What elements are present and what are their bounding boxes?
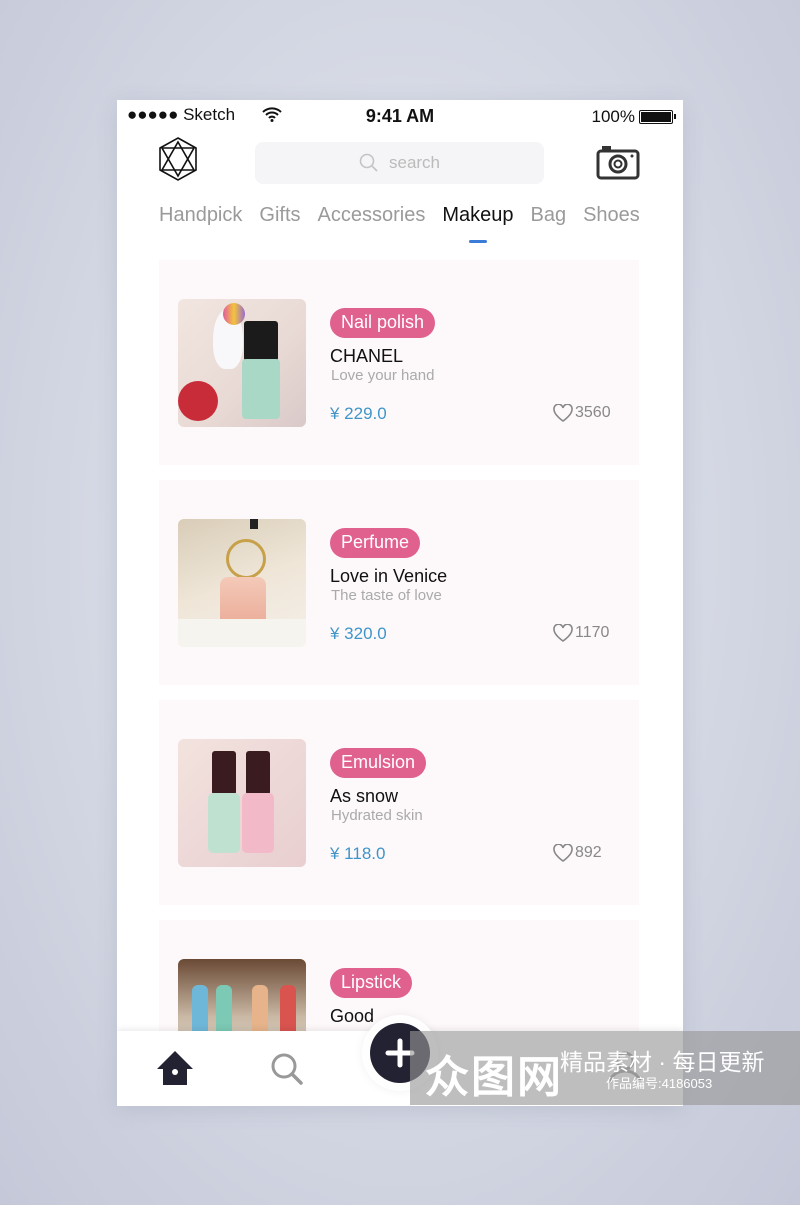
- camera-icon[interactable]: [596, 144, 640, 180]
- battery-percent: 100%: [591, 107, 635, 126]
- heart-icon: [553, 844, 573, 862]
- tab-shoes[interactable]: Shoes: [583, 204, 640, 227]
- category-tabs: Handpick Gifts Accessories Makeup Bag Sh…: [159, 204, 640, 243]
- category-tag: Emulsion: [330, 748, 427, 778]
- category-tag: Lipstick: [330, 968, 413, 998]
- product-card[interactable]: Perfume Love in Venice The taste of love…: [159, 480, 639, 685]
- like-count: 892: [575, 844, 602, 861]
- tab-gifts[interactable]: Gifts: [259, 204, 300, 227]
- category-tag: Nail polish: [330, 308, 436, 338]
- product-title: As snow: [330, 786, 399, 806]
- tab-bag[interactable]: Bag: [530, 204, 566, 227]
- watermark-brand: 众图网: [425, 1053, 563, 1102]
- like-count: 1170: [575, 624, 610, 641]
- watermark-slogan: 精品素材 · 每日更新: [560, 1049, 765, 1075]
- tab-handpick[interactable]: Handpick: [159, 204, 242, 227]
- heart-icon: [553, 404, 573, 422]
- category-tag: Perfume: [330, 528, 421, 558]
- product-price: ¥ 229.0: [330, 404, 387, 423]
- product-image: [178, 739, 306, 867]
- product-subtitle: The taste of love: [331, 587, 442, 604]
- home-icon[interactable]: [155, 1049, 195, 1087]
- battery-icon: [639, 110, 676, 124]
- heart-icon: [553, 624, 573, 642]
- tab-makeup[interactable]: Makeup: [442, 204, 513, 243]
- product-title: Love in Venice: [330, 566, 448, 586]
- product-subtitle: Hydrated skin: [331, 807, 423, 824]
- product-price: ¥ 320.0: [330, 624, 387, 643]
- phone-screen: ●●●●● Sketch 9:41 AM 100% search Handpic…: [117, 100, 683, 1106]
- like-count: 3560: [575, 404, 611, 421]
- status-bar: ●●●●● Sketch 9:41 AM 100%: [117, 100, 683, 130]
- product-image: [178, 299, 306, 427]
- watermark-code: 作品编号:4186053: [606, 1076, 713, 1091]
- search-icon[interactable]: [269, 1051, 305, 1087]
- product-subtitle: Love your hand: [331, 367, 435, 384]
- like-button[interactable]: 1170: [553, 624, 609, 642]
- watermark: 众图网 精品素材 · 每日更新 作品编号:4186053: [410, 1031, 800, 1105]
- tab-accessories[interactable]: Accessories: [318, 204, 426, 227]
- like-button[interactable]: 3560: [553, 404, 611, 422]
- product-price: ¥ 118.0: [330, 844, 386, 863]
- search-input[interactable]: search: [255, 142, 544, 184]
- product-title: Good: [330, 1006, 375, 1026]
- product-image: [178, 519, 306, 647]
- product-card[interactable]: Nail polish CHANEL Love your hand ¥ 229.…: [159, 260, 639, 465]
- hexagon-gem-icon[interactable]: [159, 137, 197, 181]
- search-icon: [359, 153, 378, 172]
- search-placeholder: search: [388, 153, 441, 172]
- product-card[interactable]: Emulsion As snow Hydrated skin ¥ 118.0 8…: [159, 700, 639, 905]
- product-title: CHANEL: [330, 346, 404, 366]
- like-button[interactable]: 892: [553, 844, 602, 862]
